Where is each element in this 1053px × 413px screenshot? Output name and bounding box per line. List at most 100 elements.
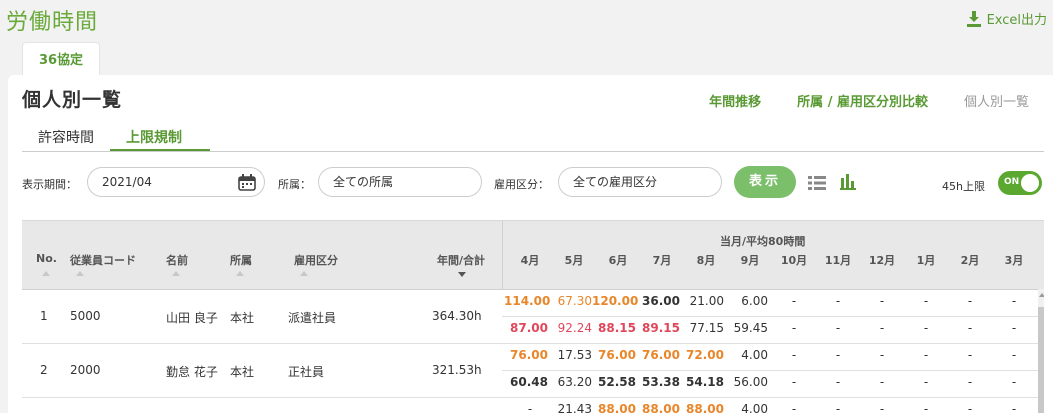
month-value: 56.00 bbox=[733, 375, 768, 389]
row-annual: 364.30h bbox=[432, 309, 482, 323]
row-divider bbox=[502, 370, 1038, 371]
main-card: 個人別一覧 年間推移 所属 / 雇用区分別比較 個人別一覧 許容時間 上限規制 … bbox=[8, 75, 1053, 413]
col-dept[interactable]: 所属 bbox=[230, 252, 252, 268]
col-month: 6月 bbox=[608, 254, 628, 267]
month-value: - bbox=[1011, 294, 1017, 308]
row-employee-code: 2000 bbox=[70, 363, 101, 377]
col-no[interactable]: No. bbox=[36, 252, 57, 265]
month-value: - bbox=[1011, 375, 1017, 389]
col-code[interactable]: 従業員コード bbox=[70, 252, 136, 268]
month-value: - bbox=[923, 321, 929, 335]
month-value: - bbox=[791, 375, 797, 389]
col-month: 5月 bbox=[564, 254, 584, 267]
col-month: 11月 bbox=[824, 254, 852, 267]
month-value: - bbox=[791, 321, 797, 335]
row-no: 1 bbox=[40, 309, 48, 323]
scroll-up-arrow[interactable] bbox=[1039, 293, 1044, 297]
month-value: 21.00 bbox=[689, 294, 724, 308]
sort-dept-icon[interactable] bbox=[236, 271, 244, 276]
month-value: - bbox=[1011, 321, 1017, 335]
month-value: - bbox=[879, 402, 885, 413]
month-value: 88.00 bbox=[598, 402, 636, 413]
col-group-monthly: 当月/平均80時間 bbox=[720, 235, 806, 248]
sort-no-icon[interactable] bbox=[42, 271, 50, 276]
excel-export-label: Excel出力 bbox=[986, 13, 1047, 28]
month-value: - bbox=[791, 348, 797, 362]
col-name[interactable]: 名前 bbox=[166, 252, 188, 268]
link-individual-list: 個人別一覧 bbox=[963, 95, 1029, 110]
month-value: - bbox=[879, 375, 885, 389]
month-value: 87.00 bbox=[510, 321, 548, 335]
row-divider bbox=[22, 343, 1038, 344]
col-month: 3月 bbox=[1004, 254, 1024, 267]
dept-select[interactable]: 全ての所属 bbox=[318, 167, 482, 197]
sort-employment-type-icon[interactable] bbox=[300, 271, 308, 276]
month-value: - bbox=[879, 348, 885, 362]
month-value: - bbox=[791, 402, 797, 413]
month-value: - bbox=[923, 375, 929, 389]
sort-annual-icon[interactable] bbox=[458, 272, 466, 277]
month-value: 4.00 bbox=[741, 402, 768, 413]
tab-upper-limit[interactable]: 上限規制 bbox=[126, 127, 182, 147]
sort-code-icon[interactable] bbox=[76, 271, 84, 276]
col-month: 8月 bbox=[696, 254, 716, 267]
month-value: 89.15 bbox=[642, 321, 680, 335]
month-value: 52.58 bbox=[598, 375, 636, 389]
calendar-icon[interactable] bbox=[238, 174, 256, 191]
tab-allowed-time[interactable]: 許容時間 bbox=[38, 127, 94, 147]
row-divider bbox=[502, 316, 1038, 317]
row-name: 勤怠 花子 bbox=[166, 365, 218, 379]
row-divider bbox=[22, 397, 1038, 398]
show-button[interactable]: 表示 bbox=[734, 166, 796, 198]
table-body: 1 5000 山田 良子 本社 派遣社員 364.30h 114.00 67.30 120.00… bbox=[22, 289, 1044, 413]
month-value: 4.00 bbox=[741, 348, 768, 362]
scrollbar-thumb[interactable] bbox=[1038, 307, 1044, 413]
month-value: - bbox=[835, 294, 841, 308]
bar-chart-icon[interactable] bbox=[840, 174, 856, 190]
month-value: - bbox=[1011, 348, 1017, 362]
employment-type-label: 雇用区分： bbox=[494, 178, 549, 191]
limit-45h-toggle[interactable]: ON bbox=[998, 171, 1042, 195]
month-value: 120.00 bbox=[592, 294, 639, 308]
col-month: 4月 bbox=[520, 254, 540, 267]
month-value: 72.00 bbox=[686, 348, 724, 362]
period-value: 2021/04 bbox=[102, 175, 152, 189]
month-value: 88.15 bbox=[598, 321, 636, 335]
month-value: - bbox=[835, 321, 841, 335]
employment-type-select[interactable]: 全ての雇用区分 bbox=[558, 167, 722, 197]
list-view-icon[interactable] bbox=[808, 176, 826, 190]
month-value: 77.15 bbox=[689, 321, 724, 335]
row-no: 2 bbox=[40, 363, 48, 377]
card-title: 個人別一覧 bbox=[22, 89, 123, 111]
row-employment-type: 正社員 bbox=[288, 365, 325, 379]
period-label: 表示期間： bbox=[22, 178, 77, 191]
month-value: - bbox=[967, 375, 973, 389]
row-annual: 321.53h bbox=[432, 363, 482, 377]
tab-36-agreement[interactable]: 36協定 bbox=[22, 42, 100, 77]
download-icon bbox=[966, 10, 981, 27]
month-value: - bbox=[791, 294, 797, 308]
month-value: 54.18 bbox=[686, 375, 724, 389]
month-value: - bbox=[835, 375, 841, 389]
col-employment-type[interactable]: 雇用区分 bbox=[294, 252, 338, 268]
sort-name-icon[interactable] bbox=[172, 271, 180, 276]
period-input[interactable]: 2021/04 bbox=[87, 167, 265, 197]
month-value: 36.00 bbox=[642, 294, 680, 308]
row-dept: 本社 bbox=[230, 365, 255, 379]
month-value: 76.00 bbox=[510, 348, 548, 362]
link-dept-comparison[interactable]: 所属 / 雇用区分別比較 bbox=[797, 91, 928, 110]
active-tab-underline bbox=[110, 149, 210, 151]
month-value: - bbox=[967, 348, 973, 362]
excel-export-button[interactable]: Excel出力 bbox=[966, 9, 1047, 28]
subtabs: 許容時間 上限規制 bbox=[22, 119, 1044, 152]
col-month: 7月 bbox=[652, 254, 672, 267]
link-annual-trend[interactable]: 年間推移 bbox=[709, 91, 761, 110]
month-value: - bbox=[923, 348, 929, 362]
month-value: 59.45 bbox=[733, 321, 768, 335]
month-value: - bbox=[967, 321, 973, 335]
month-value: 67.30 bbox=[557, 294, 592, 308]
month-value: 114.00 bbox=[504, 294, 551, 308]
col-annual[interactable]: 年間/合計 bbox=[437, 252, 485, 268]
view-links: 年間推移 所属 / 雇用区分別比較 個人別一覧 bbox=[709, 91, 1029, 110]
toggle-knob bbox=[1021, 174, 1039, 192]
